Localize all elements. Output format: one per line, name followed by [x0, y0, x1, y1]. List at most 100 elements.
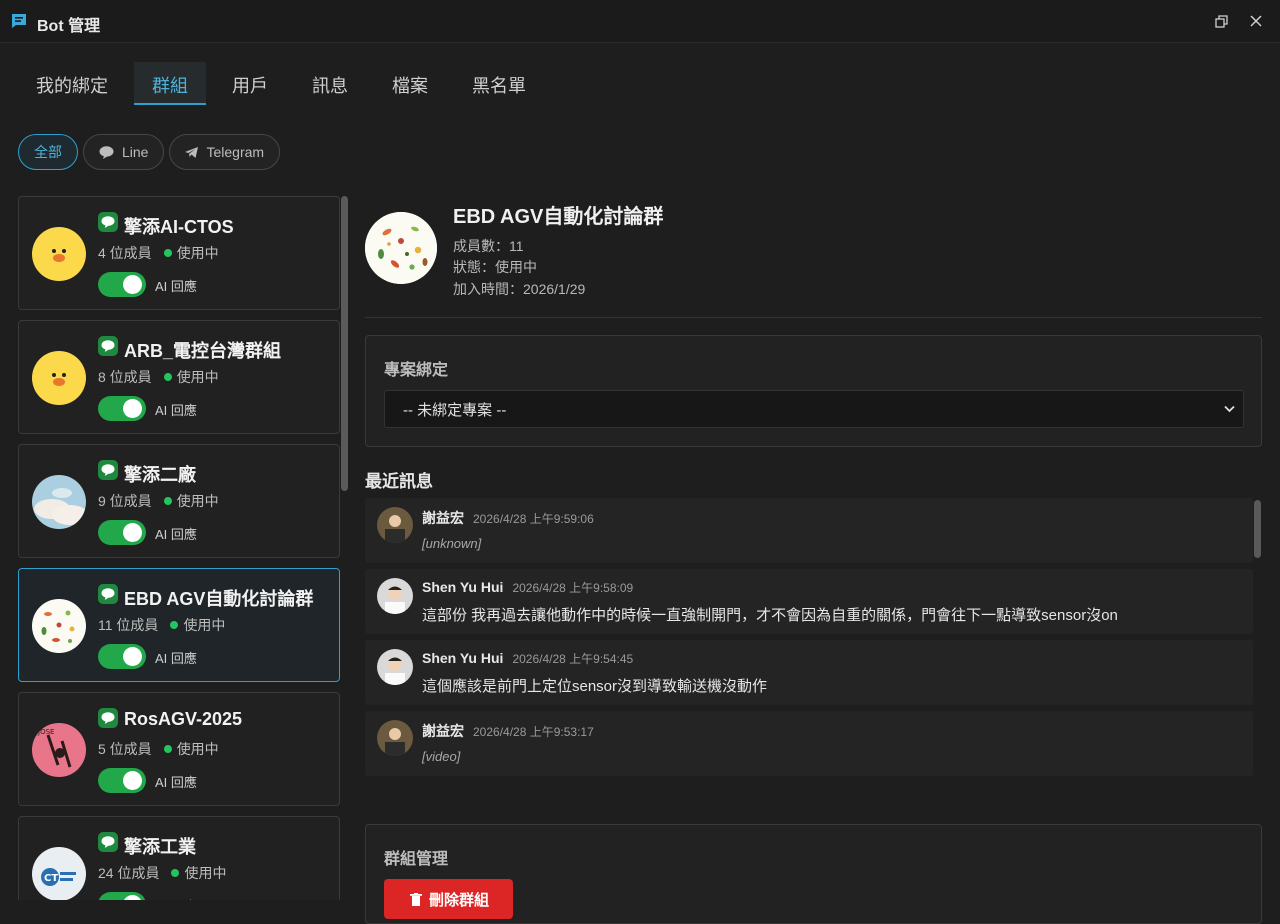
group-name: 擎添二廠	[124, 465, 196, 485]
group-name: 擎添工業	[124, 837, 196, 857]
recent-messages-title: 最近訊息	[365, 472, 433, 491]
status-text: 使用中	[176, 369, 219, 385]
restore-button[interactable]	[1211, 11, 1231, 31]
ai-response-toggle[interactable]	[98, 768, 146, 793]
group-list: 擎添AI-CTOS 4 位成員 使用中 AI 回應 ARB_電控台灣群組 8 位成員 使用中…	[18, 196, 341, 900]
platform-filters: 全部 Line Telegram	[18, 134, 285, 170]
group-management-panel: 群組管理 刪除群組	[365, 824, 1262, 924]
trash-icon	[410, 892, 422, 906]
group-card[interactable]: CT 擎添工業 24 位成員 使用中 AI 回應	[18, 816, 340, 900]
message-sender: Shen Yu Hui 2026/4/28 上午9:54:45	[422, 650, 633, 667]
tab-messages[interactable]: 訊息	[294, 62, 366, 105]
member-count: 4 位成員	[98, 245, 152, 261]
filter-line[interactable]: Line	[83, 134, 165, 170]
line-icon	[98, 212, 118, 232]
status-dot	[163, 497, 172, 505]
group-card[interactable]: 擎添二廠 9 位成員 使用中 AI 回應	[18, 444, 340, 558]
main-tabs: 我的綁定 群組 用戶 訊息 檔案 黑名單	[18, 62, 552, 106]
message-time: 2026/4/28 上午9:58:09	[512, 581, 634, 595]
message-list: 謝益宏 2026/4/28 上午9:59:06 [unknown] Shen Yu H…	[365, 498, 1262, 788]
veggie-avatar-image	[365, 212, 437, 284]
filter-telegram-label: Telegram	[206, 144, 265, 160]
member-count: 24 位成員	[98, 865, 160, 881]
group-avatar	[32, 227, 86, 281]
ai-response-label: AI 回應	[155, 651, 197, 666]
group-meta: 9 位成員 使用中	[98, 491, 219, 511]
line-icon	[98, 584, 118, 604]
message-sender: 謝益宏 2026/4/28 上午9:59:06	[422, 508, 594, 528]
status-text: 使用中	[176, 245, 219, 261]
sender-name: Shen Yu Hui	[422, 579, 504, 595]
ai-response-label: AI 回應	[155, 527, 197, 542]
tab-groups[interactable]: 群組	[134, 62, 206, 105]
svg-text:JOSE: JOSE	[37, 728, 54, 736]
group-avatar	[32, 351, 86, 405]
message-text: [video]	[422, 749, 461, 764]
line-icon	[98, 708, 118, 728]
filter-all-label: 全部	[34, 144, 62, 160]
group-avatar	[32, 599, 86, 653]
project-binding-title: 專案綁定	[384, 362, 449, 379]
message-item: 謝益宏 2026/4/28 上午9:53:17 [video]	[365, 711, 1253, 776]
svg-text:CT: CT	[44, 873, 58, 884]
group-list-scrollbar[interactable]	[341, 196, 348, 491]
restore-icon	[1214, 14, 1228, 28]
project-select[interactable]: -- 未綁定專案 --	[384, 390, 1244, 428]
ai-response-toggle[interactable]	[98, 520, 146, 545]
close-button[interactable]	[1246, 11, 1266, 31]
tab-users[interactable]: 用戶	[214, 62, 286, 105]
message-list-scrollbar[interactable]	[1254, 500, 1261, 558]
group-avatar: JOSE	[32, 723, 86, 777]
status-text: 使用中	[176, 493, 219, 509]
status-dot	[163, 249, 172, 257]
member-count: 成員數：11	[453, 238, 524, 254]
filter-all[interactable]: 全部	[18, 134, 78, 170]
sender-name: 謝益宏	[422, 723, 464, 739]
group-name: ARB_電控台灣群組	[124, 341, 282, 361]
delete-group-button[interactable]: 刪除群組	[384, 879, 513, 919]
status-dot	[163, 373, 172, 381]
group-meta: 11 位成員 使用中	[98, 615, 225, 635]
sender-name: 謝益宏	[422, 510, 464, 526]
group-card[interactable]: 擎添AI-CTOS 4 位成員 使用中 AI 回應	[18, 196, 340, 310]
group-meta: 4 位成員 使用中	[98, 243, 219, 263]
group-name: 擎添AI-CTOS	[124, 217, 234, 237]
sender-avatar	[377, 507, 413, 543]
member-count: 11 位成員	[98, 617, 159, 633]
status-text: 使用中	[183, 617, 226, 633]
member-count: 8 位成員	[98, 369, 152, 385]
group-meta: 24 位成員 使用中	[98, 863, 226, 883]
status-dot	[171, 869, 180, 877]
message-time: 2026/4/28 上午9:54:45	[512, 652, 634, 666]
message-text: 這部份 我再過去讓他動作中的時候一直強制開門，才不會因為自重的關係，門會往下一點…	[422, 607, 1118, 624]
group-card[interactable]: EBD AGV自動化討論群 11 位成員 使用中 AI 回應	[18, 568, 340, 682]
tab-files[interactable]: 檔案	[374, 62, 446, 105]
group-meta: 8 位成員 使用中	[98, 367, 219, 387]
status-dot	[163, 745, 172, 753]
tab-blacklist[interactable]: 黑名單	[454, 62, 544, 105]
ai-response-toggle[interactable]	[98, 396, 146, 421]
ai-response-toggle[interactable]	[98, 892, 146, 900]
tab-my-bindings[interactable]: 我的綁定	[18, 62, 126, 105]
ai-response-label: AI 回應	[155, 403, 197, 418]
status-dot	[170, 621, 179, 629]
chevron-down-icon	[1224, 405, 1235, 413]
ai-response-label: AI 回應	[155, 896, 197, 900]
ai-response-label: AI 回應	[155, 279, 197, 294]
window-title: Bot 管理	[37, 18, 101, 35]
ai-response-label: AI 回應	[155, 775, 197, 790]
group-card[interactable]: ARB_電控台灣群組 8 位成員 使用中 AI 回應	[18, 320, 340, 434]
ai-response-toggle[interactable]	[98, 644, 146, 669]
message-text: 這個應該是前門上定位sensor沒到導致輸送機沒動作	[422, 678, 768, 695]
group-avatar: CT	[32, 847, 86, 900]
project-binding-panel: 專案綁定 -- 未綁定專案 --	[365, 335, 1262, 447]
line-icon	[98, 336, 118, 356]
line-icon	[98, 460, 118, 480]
filter-telegram[interactable]: Telegram	[169, 134, 281, 170]
ai-response-toggle[interactable]	[98, 272, 146, 297]
divider	[365, 317, 1262, 318]
group-card[interactable]: JOSE RosAGV-2025 5 位成員 使用中 AI 回應	[18, 692, 340, 806]
sender-avatar	[377, 720, 413, 756]
line-icon	[98, 832, 118, 852]
telegram-icon	[185, 146, 199, 158]
